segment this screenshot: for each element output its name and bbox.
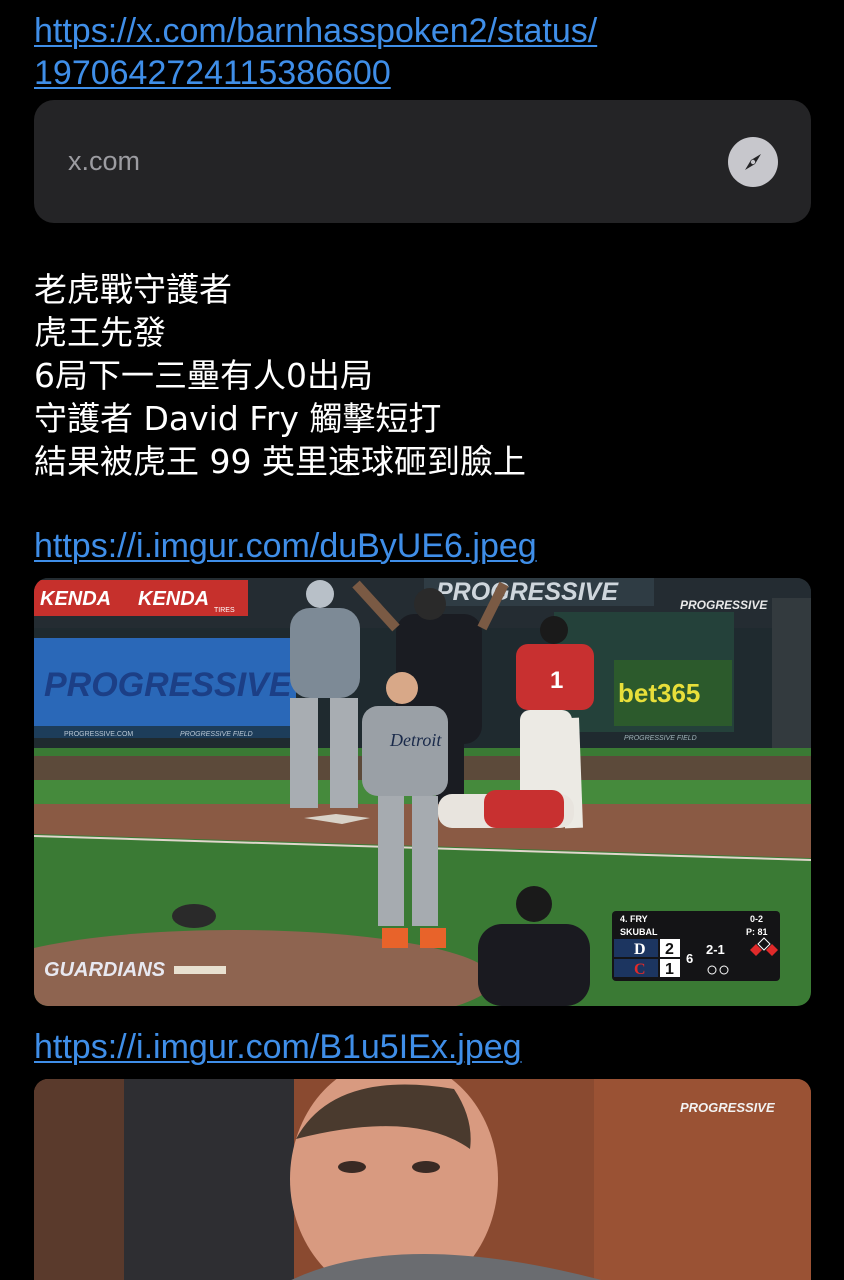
preview-domain: x.com — [68, 146, 141, 176]
home-logo: C — [634, 961, 646, 978]
away-logo: D — [634, 941, 646, 958]
image-link-1[interactable]: https://i.imgur.com/duByUE6.jpeg — [34, 525, 537, 567]
scorebug-batter: 4. FRY — [620, 914, 648, 924]
compass-icon — [728, 137, 778, 187]
chat-page: https://x.com/barnhasspoken2/status/ 197… — [0, 0, 844, 1280]
baseball-photo-2[interactable]: PROGRESSIVE — [34, 1079, 811, 1280]
progressive-top: PROGRESSIVE — [436, 578, 619, 606]
progressive-field-right: PROGRESSIVE FIELD — [624, 735, 697, 742]
link-preview-card[interactable]: x.com — [34, 100, 811, 223]
scorebug-pitch-count: P: 81 — [746, 927, 768, 937]
kenda-text: KENDA — [138, 588, 209, 610]
catcher — [290, 608, 360, 698]
message-line: 6局下一三壘有人0出局 — [34, 356, 373, 395]
bet365-text: bet365 — [618, 678, 700, 708]
scorebug-pitcher: SKUBAL — [620, 927, 658, 937]
progressive-corner-2: PROGRESSIVE — [680, 1100, 775, 1115]
baseball-photo-1[interactable]: KENDA KENDA TIRES PROGRESSIVE PROGRESSIV… — [34, 578, 811, 1006]
tweet-link-line2[interactable]: 1970642724115386600 — [34, 52, 391, 94]
progressive-com: PROGRESSIVE.COM — [64, 731, 133, 738]
kenda-text: KENDA — [40, 588, 111, 610]
home-score: 1 — [665, 961, 674, 978]
progressive-field: PROGRESSIVE FIELD — [180, 731, 253, 738]
image-link-2[interactable]: https://i.imgur.com/B1u5IEx.jpeg — [34, 1026, 522, 1068]
message-text: 老虎戰守護者 虎王先發 6局下一三壘有人0出局 守護者 David Fry 觸擊… — [34, 268, 814, 483]
message-line: 虎王先發 — [34, 313, 166, 352]
message-line: 結果被虎王 99 英里速球砸到臉上 — [34, 442, 526, 481]
message-line: 守護者 David Fry 觸擊短打 — [34, 399, 442, 438]
progressive-corner: PROGRESSIVE — [680, 598, 768, 612]
scorebug: 4. FRY 0-2 SKUBAL P: 81 D 2 C 1 6 2-1 — [612, 911, 780, 981]
tweet-link-line1[interactable]: https://x.com/barnhasspoken2/status/ — [34, 10, 597, 52]
progressive-board-text: PROGRESSIVE — [44, 666, 293, 704]
kenda-sub: TIRES — [214, 607, 235, 614]
pitcher-jersey-text: Detroit — [389, 730, 442, 750]
message-line: 老虎戰守護者 — [34, 270, 232, 309]
away-score: 2 — [665, 941, 674, 958]
coach — [478, 924, 590, 1006]
scorebug-count: 0-2 — [750, 914, 763, 924]
scorebug-balls-strikes: 2-1 — [706, 942, 725, 957]
mound-logo-text: GUARDIANS — [44, 959, 166, 981]
runner-number: 1 — [550, 667, 563, 694]
inning: 6 — [686, 951, 693, 966]
pitcher — [362, 706, 448, 796]
